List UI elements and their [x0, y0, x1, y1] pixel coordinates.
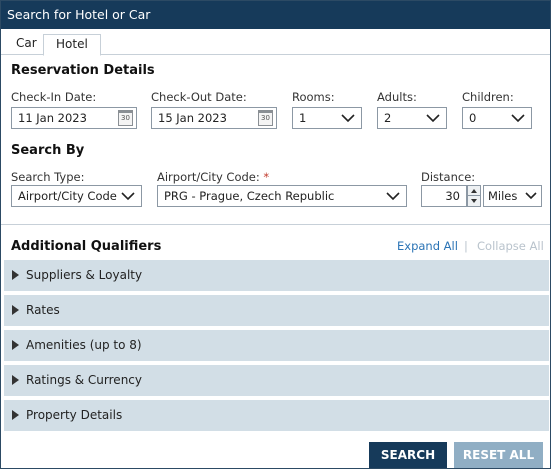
accordion-ratings-currency[interactable]: Ratings & Currency [4, 365, 549, 396]
children-select[interactable]: 0 [462, 107, 532, 129]
caret-right-icon [12, 270, 19, 280]
collapse-all-link[interactable]: Collapse All [477, 239, 544, 253]
chevron-down-icon [386, 191, 400, 201]
calendar-icon[interactable]: 30 [118, 110, 133, 126]
rooms-select[interactable]: 1 [292, 107, 362, 129]
caret-right-icon [12, 375, 19, 385]
adults-label: Adults: [377, 90, 417, 104]
chevron-down-icon [525, 191, 537, 201]
checkin-date-field[interactable]: 11 Jan 2023 30 [11, 107, 137, 129]
checkin-date-value: 11 Jan 2023 [18, 111, 87, 125]
reset-all-button[interactable]: RESET ALL [454, 442, 543, 468]
checkout-date-field[interactable]: 15 Jan 2023 30 [151, 107, 277, 129]
airport-code-label: Airport/City Code: * [157, 170, 269, 184]
caret-right-icon [12, 340, 19, 350]
tab-bar: Car Hotel [1, 29, 550, 56]
search-by-heading: Search By [11, 143, 85, 158]
chevron-down-icon [341, 113, 355, 123]
search-type-value: Airport/City Code [18, 189, 117, 203]
accordion-suppliers-loyalty[interactable]: Suppliers & Loyalty [4, 260, 549, 291]
accordion-rates[interactable]: Rates [4, 295, 549, 326]
expand-all-link[interactable]: Expand All [397, 239, 458, 253]
chevron-down-icon [511, 113, 525, 123]
checkout-label: Check-Out Date: [151, 90, 247, 104]
checkout-date-value: 15 Jan 2023 [158, 111, 227, 125]
search-type-label: Search Type: [11, 170, 85, 184]
required-marker: * [263, 170, 270, 184]
distance-unit-select[interactable]: Miles [483, 185, 542, 207]
search-type-select[interactable]: Airport/City Code [11, 185, 142, 207]
tab-hotel[interactable]: Hotel [43, 34, 101, 56]
search-button[interactable]: SEARCH [369, 442, 447, 468]
distance-input[interactable]: 30 [421, 185, 467, 207]
airport-code-select[interactable]: PRG - Prague, Czech Republic [157, 185, 407, 207]
children-value: 0 [469, 111, 477, 125]
adults-select[interactable]: 2 [377, 107, 447, 129]
distance-label: Distance: [421, 170, 476, 184]
chevron-down-icon [121, 191, 135, 201]
tab-car[interactable]: Car [8, 34, 45, 55]
airport-code-value: PRG - Prague, Czech Republic [164, 189, 335, 203]
reservation-details-heading: Reservation Details [11, 63, 155, 78]
stepper-down-icon[interactable] [468, 196, 480, 206]
rooms-value: 1 [299, 111, 307, 125]
caret-right-icon [12, 410, 19, 420]
accordion-amenities[interactable]: Amenities (up to 8) [4, 330, 549, 361]
link-separator: | [464, 239, 468, 253]
children-label: Children: [462, 90, 514, 104]
distance-stepper[interactable] [467, 185, 481, 207]
adults-value: 2 [384, 111, 392, 125]
accordion-label: Suppliers & Loyalty [26, 268, 143, 282]
accordion-property-details[interactable]: Property Details [4, 400, 549, 431]
window-title: Search for Hotel or Car [1, 1, 550, 29]
additional-qualifiers-heading: Additional Qualifiers [11, 239, 162, 254]
accordion-label: Property Details [26, 408, 123, 422]
accordion-label: Amenities (up to 8) [26, 338, 142, 352]
distance-unit-value: Miles [488, 189, 518, 203]
search-dialog: Search for Hotel or Car Car Hotel Reserv… [0, 0, 551, 469]
rooms-label: Rooms: [292, 90, 335, 104]
accordion-label: Ratings & Currency [26, 373, 142, 387]
caret-right-icon [12, 305, 19, 315]
chevron-down-icon [426, 113, 440, 123]
checkin-label: Check-In Date: [11, 90, 97, 104]
accordion-label: Rates [26, 303, 60, 317]
section-divider [1, 224, 550, 225]
calendar-icon[interactable]: 30 [258, 110, 273, 126]
airport-code-label-text: Airport/City Code: [157, 170, 260, 184]
stepper-up-icon[interactable] [468, 186, 480, 196]
